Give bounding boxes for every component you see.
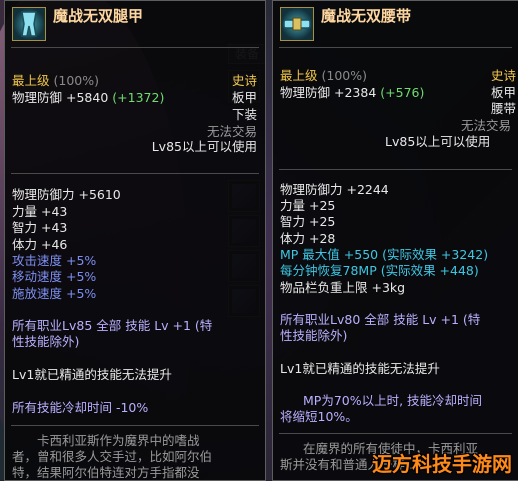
cooldown-effect: 所有技能冷却时间 -10%	[12, 400, 149, 415]
stat-line: 施放速度 +5%	[12, 286, 97, 301]
tooltip-header: 魔战无双腰带	[273, 1, 518, 51]
divider	[11, 173, 259, 174]
stat-line: 体力 +28	[280, 231, 336, 246]
physical-defense: 物理防御 +5840 (+1372)	[12, 90, 165, 105]
lore-text: 者，曾和很多人交手过，比如阿尔伯	[12, 449, 213, 464]
stat-line: 智力 +43	[12, 220, 68, 235]
skill-note: Lv1就已精通的技能无法提升	[280, 361, 440, 376]
mp-effect: 将缩短10%。	[280, 409, 358, 424]
rarity-label: 史诗	[231, 73, 257, 88]
stat-line: 每分钟恢复78MP (实际效果 +448)	[280, 263, 479, 278]
belt-icon	[280, 7, 314, 41]
tooltip-header: 魔战无双腿甲	[5, 1, 265, 51]
skill-bonus: 所有职业Lv80 全部 技能 Lv +1 (特	[280, 312, 481, 327]
stat-line: 力量 +25	[280, 198, 336, 213]
level-requirement: Lv85以上可以使用	[385, 134, 491, 149]
slot-type: 腰带	[491, 101, 517, 116]
trade-status: 无法交易	[461, 118, 512, 133]
trade-status: 无法交易	[206, 124, 257, 139]
stat-line: 体力 +46	[12, 237, 68, 252]
physical-defense: 物理防御 +2384 (+576)	[280, 85, 425, 100]
grade-label: 最上级 (100%)	[12, 73, 99, 88]
grade-label: 最上级 (100%)	[280, 68, 367, 83]
skill-bonus: 性技能除外)	[280, 328, 348, 343]
skill-bonus: 性技能除外)	[12, 334, 80, 349]
skill-note: Lv1就已精通的技能无法提升	[12, 367, 172, 382]
stat-line: 物理防御力 +5610	[12, 187, 121, 202]
slot-type: 下装	[231, 107, 257, 122]
lore-text: 卡西利亚斯作为魔界中的嗜战	[37, 433, 200, 448]
item-tooltip-belt: 魔战无双腰带 最上级 (100%) 物理防御 +2384 (+576) 史诗 板…	[272, 0, 518, 481]
stat-line: MP 最大值 +550 (实际效果 +3242)	[280, 247, 489, 262]
lore-text: 特，结果阿尔伯特连对方手指都没	[12, 465, 200, 480]
skill-bonus: 所有职业Lv85 全部 技能 Lv +1 (特	[12, 318, 213, 333]
stat-line: 智力 +25	[280, 214, 336, 229]
stat-line: 物理防御力 +2244	[280, 182, 389, 197]
rarity-label: 史诗	[491, 68, 517, 83]
divider	[279, 47, 512, 48]
stat-line: 攻击速度 +5%	[12, 253, 97, 268]
site-watermark: 迈方科技手游网	[372, 452, 512, 476]
item-name: 魔战无双腰带	[321, 7, 412, 25]
divider	[279, 433, 512, 434]
stat-line: 移动速度 +5%	[12, 269, 97, 284]
mp-effect: MP为70%以上时, 技能冷却时间	[303, 393, 483, 408]
leg-armor-icon	[12, 7, 46, 41]
armor-type: 板甲	[231, 90, 257, 105]
stat-line: 力量 +43	[12, 204, 68, 219]
divider	[11, 47, 259, 48]
level-requirement: Lv85以上可以使用	[151, 139, 257, 154]
stat-line: 物品栏负重上限 +3kg	[280, 280, 406, 295]
item-name: 魔战无双腿甲	[53, 7, 144, 25]
divider	[11, 425, 259, 426]
divider	[279, 169, 512, 170]
armor-type: 板甲	[491, 85, 517, 100]
item-tooltip-leg-armor: 魔战无双腿甲 最上级 (100%) 物理防御 +5840 (+1372) 史诗 …	[4, 0, 266, 481]
